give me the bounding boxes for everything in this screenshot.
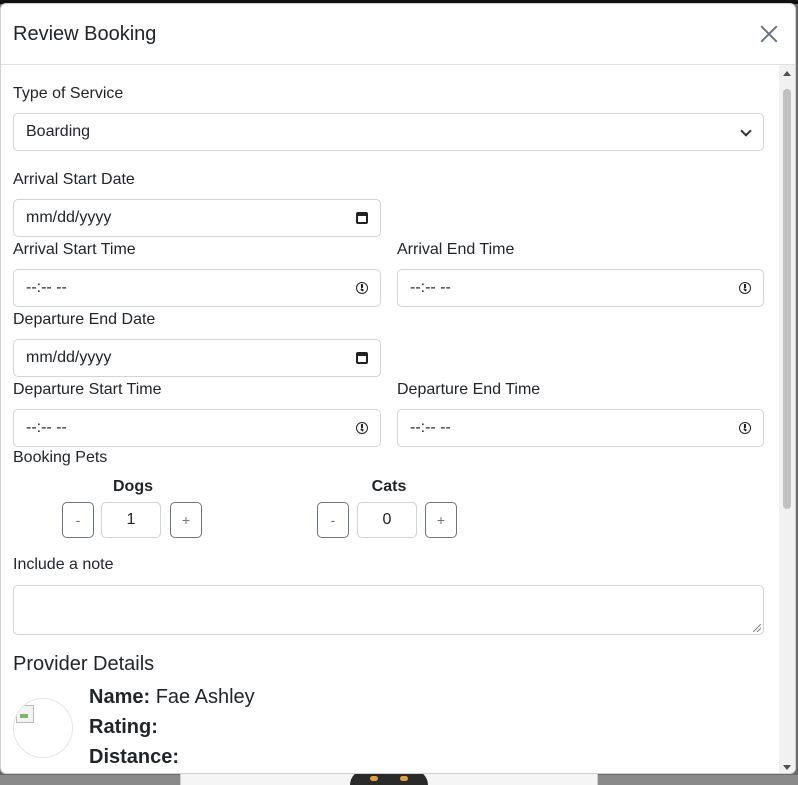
arrival-end-time-input[interactable]: --:-- --: [397, 269, 764, 307]
departure-end-time-value: --:-- --: [410, 419, 451, 436]
clock-icon[interactable]: [739, 422, 751, 434]
dogs-label: Dogs: [113, 478, 153, 495]
provider-avatar: [13, 698, 73, 758]
departure-start-time-value: --:-- --: [26, 419, 67, 436]
note-textarea[interactable]: [13, 585, 764, 635]
booking-pets-label: Booking Pets: [13, 449, 108, 466]
arrival-end-time-value: --:-- --: [410, 279, 451, 296]
departure-end-time-label: Departure End Time: [397, 381, 541, 398]
cats-decrement-button[interactable]: -: [317, 502, 349, 538]
dogs-increment-button[interactable]: +: [170, 502, 202, 538]
cats-count-input[interactable]: 0: [357, 502, 417, 538]
close-icon[interactable]: [755, 20, 783, 48]
modal-body: Type of Service Boarding Arrival Start D…: [1, 65, 781, 773]
departure-end-date-label: Departure End Date: [13, 311, 156, 328]
calendar-icon[interactable]: [356, 352, 368, 364]
arrival-start-time-label: Arrival Start Time: [13, 241, 136, 258]
dogs-count-input[interactable]: 1: [101, 502, 161, 538]
arrival-start-date-label: Arrival Start Date: [13, 171, 135, 188]
chevron-down-icon: [741, 127, 751, 137]
provider-name-label: Name:: [89, 686, 151, 708]
review-booking-modal: Review Booking Type of Service Boarding …: [0, 3, 796, 774]
provider-details-heading: Provider Details: [13, 653, 155, 675]
arrival-start-time-value: --:-- --: [26, 279, 67, 296]
departure-end-time-input[interactable]: --:-- --: [397, 409, 764, 447]
scroll-up-icon[interactable]: [783, 71, 791, 76]
service-type-value: Boarding: [26, 123, 91, 140]
clock-icon[interactable]: [356, 282, 368, 294]
cats-increment-button[interactable]: +: [425, 502, 457, 538]
provider-name-value: Fae Ashley: [155, 686, 255, 708]
calendar-icon[interactable]: [356, 212, 368, 224]
provider-distance-label: Distance:: [89, 746, 180, 768]
provider-name: Name: Fae Ashley: [89, 686, 255, 709]
resize-handle-icon[interactable]: [753, 624, 761, 632]
departure-start-time-label: Departure Start Time: [13, 381, 162, 398]
note-label: Include a note: [13, 556, 114, 573]
broken-image-icon: [16, 705, 34, 723]
arrival-start-date-value: mm/dd/yyyy: [26, 209, 112, 226]
modal-header: Review Booking: [1, 4, 795, 65]
scrollbar-thumb[interactable]: [783, 89, 791, 509]
scroll-down-icon[interactable]: [783, 765, 791, 770]
cats-label: Cats: [371, 478, 407, 495]
modal-scrollbar[interactable]: [779, 65, 795, 773]
dogs-decrement-button[interactable]: -: [62, 502, 94, 538]
arrival-start-time-input[interactable]: --:-- --: [13, 269, 381, 307]
service-type-select[interactable]: Boarding: [13, 113, 764, 151]
departure-end-date-input[interactable]: mm/dd/yyyy: [13, 339, 381, 377]
modal-title: Review Booking: [13, 22, 157, 45]
departure-end-date-value: mm/dd/yyyy: [26, 349, 112, 366]
clock-icon[interactable]: [356, 422, 368, 434]
service-type-label: Type of Service: [13, 85, 124, 102]
departure-start-time-input[interactable]: --:-- --: [13, 409, 381, 447]
clock-icon[interactable]: [739, 282, 751, 294]
provider-distance: Distance:: [89, 746, 179, 769]
arrival-end-time-label: Arrival End Time: [397, 241, 515, 258]
provider-rating-label: Rating:: [89, 716, 158, 738]
provider-rating: Rating:: [89, 716, 158, 739]
arrival-start-date-input[interactable]: mm/dd/yyyy: [13, 199, 381, 237]
